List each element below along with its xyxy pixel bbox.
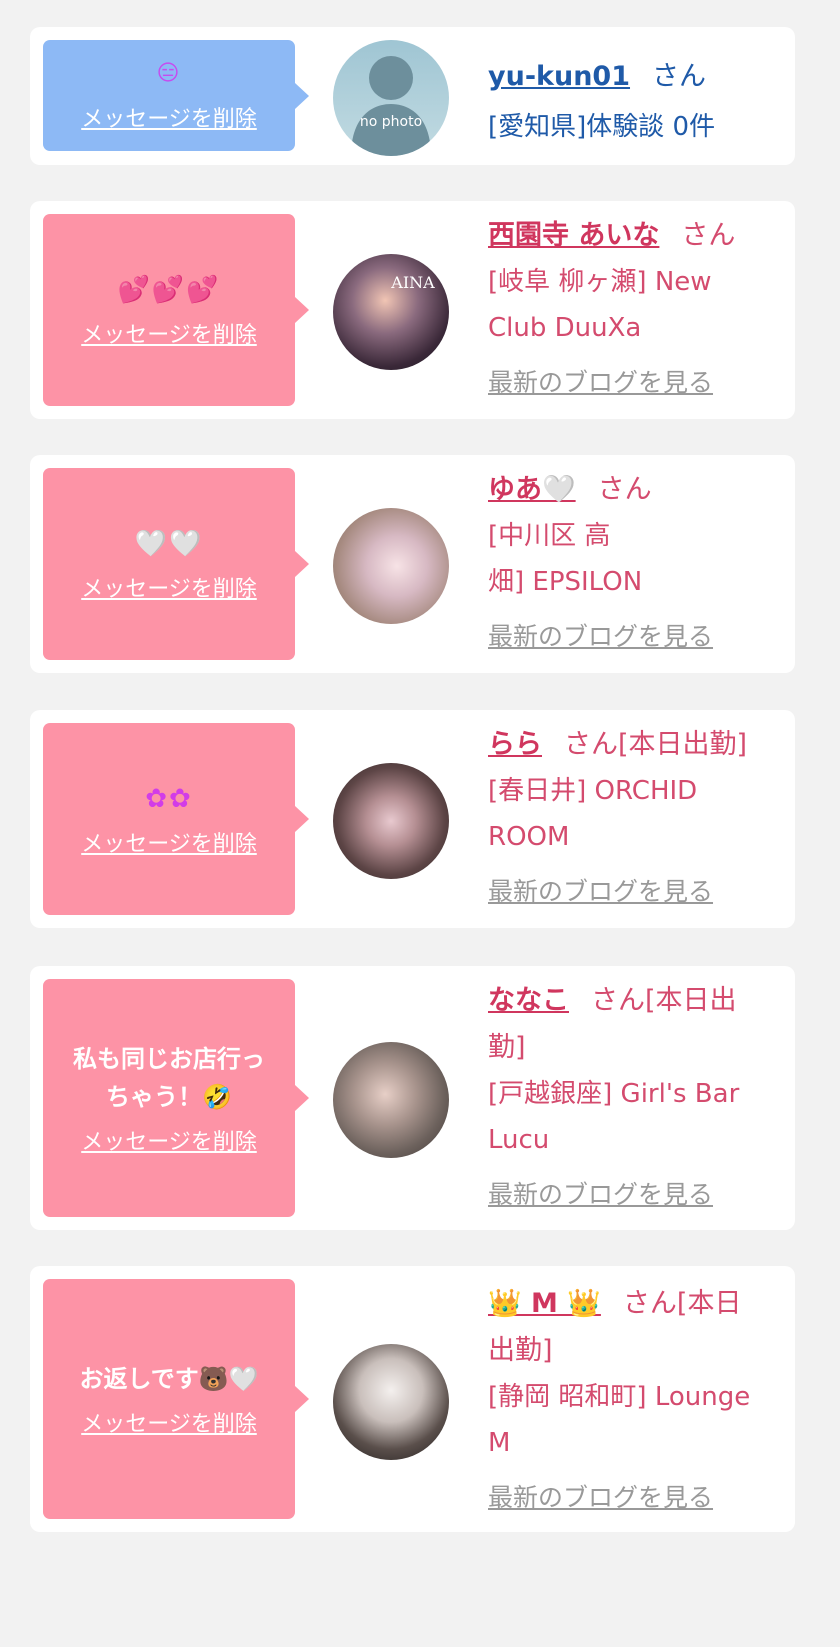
name-line: らら さん[本日出勤]: [488, 721, 788, 768]
shop-info: [岐阜 柳ヶ瀬] New Club DuuXa: [488, 259, 788, 351]
profile-info: らら さん[本日出勤] [春日井] ORCHID ROOM 最新のブログを見る: [488, 721, 788, 910]
profile-card: 💕💕💕 メッセージを削除 AINA 西園寺 あいな さん [岐阜 柳ヶ瀬] New…: [30, 201, 795, 419]
shop-info: [戸越銀座] Girl's Bar Lucu: [488, 1071, 788, 1163]
no-photo-label: no photo: [360, 114, 422, 130]
shop-line: [静岡 昭和町] Lounge: [488, 1382, 751, 1412]
username-link[interactable]: ななこ: [488, 985, 569, 1016]
profile-info: ななこ さん[本日出勤] [戸越銀座] Girl's Bar Lucu 最新のブロ…: [488, 977, 788, 1213]
name-line: 西園寺 あいな さん: [488, 212, 788, 259]
shop-info: [中川区 高 畑] EPSILON: [488, 513, 788, 605]
name-line: ななこ さん[本日出勤]: [488, 977, 758, 1071]
message-text: 💕💕💕: [117, 275, 221, 305]
no-photo-silhouette-icon: no photo: [351, 56, 431, 156]
honorific: さん: [597, 474, 652, 505]
shop-info: [愛知県]体験談 0件: [488, 104, 788, 150]
message-bubble: お返しです🐻🤍 メッセージを削除: [43, 1279, 309, 1519]
avatar[interactable]: [333, 763, 449, 879]
avatar[interactable]: AINA: [333, 254, 449, 370]
latest-blog-link[interactable]: 最新のブログを見る: [488, 1177, 788, 1213]
name-line: 👑 M 👑 さん[本日出勤]: [488, 1280, 758, 1374]
username-link[interactable]: yu-kun01: [488, 61, 630, 92]
shop-line: [岐阜 柳ヶ瀬] New: [488, 267, 712, 297]
profile-card: お返しです🐻🤍 メッセージを削除 👑 M 👑 さん[本日出勤] [静岡 昭和町] …: [30, 1266, 795, 1532]
profile-info: yu-kun01 さん [愛知県]体験談 0件: [488, 53, 788, 150]
message-bubble: 🤍🤍 メッセージを削除: [43, 468, 309, 660]
latest-blog-link[interactable]: 最新のブログを見る: [488, 874, 788, 910]
message-bubble: 😑 メッセージを削除: [43, 40, 309, 151]
profile-info: 👑 M 👑 さん[本日出勤] [静岡 昭和町] Lounge M 最新のブログを見…: [488, 1280, 788, 1516]
avatar[interactable]: [333, 508, 449, 624]
shop-info: [静岡 昭和町] Lounge M: [488, 1374, 788, 1466]
honorific: さん: [681, 220, 736, 251]
svg-text:AINA: AINA: [390, 273, 435, 292]
username-link[interactable]: ゆあ🤍: [488, 474, 576, 505]
profile-info: ゆあ🤍 さん [中川区 高 畑] EPSILON 最新のブログを見る: [488, 466, 788, 655]
delete-message-link[interactable]: メッセージを削除: [81, 1406, 257, 1438]
username-link[interactable]: らら: [488, 729, 542, 760]
shop-line: [戸越銀座] Girl's Bar: [488, 1079, 740, 1109]
profile-card: ✿✿ メッセージを削除 らら さん[本日出勤] [春日井] ORCHID ROOM…: [30, 710, 795, 928]
message-text: 😑: [156, 60, 182, 86]
delete-message-link[interactable]: メッセージを削除: [81, 317, 257, 349]
profile-info: 西園寺 あいな さん [岐阜 柳ヶ瀬] New Club DuuXa 最新のブログ…: [488, 212, 788, 401]
message-bubble: 私も同じお店行っちゃう！🤣 メッセージを削除: [43, 979, 309, 1217]
avatar[interactable]: no photo: [333, 40, 449, 156]
avatar[interactable]: [333, 1042, 449, 1158]
shop-info: [春日井] ORCHID ROOM: [488, 768, 788, 860]
latest-blog-link[interactable]: 最新のブログを見る: [488, 365, 788, 401]
shop-line: Club DuuXa: [488, 313, 642, 343]
message-text: お返しです🐻🤍: [79, 1365, 259, 1393]
shop-line: [春日井] ORCHID: [488, 776, 698, 806]
shop-line: [中川区 高: [488, 521, 611, 551]
username-link[interactable]: 西園寺 あいな: [488, 220, 659, 251]
message-text: 私も同じお店行っちゃう！🤣: [73, 1045, 265, 1111]
profile-card: 私も同じお店行っちゃう！🤣 メッセージを削除 ななこ さん[本日出勤] [戸越銀座…: [30, 966, 795, 1230]
message-bubble: ✿✿ メッセージを削除: [43, 723, 309, 915]
delete-message-link[interactable]: メッセージを削除: [81, 826, 257, 858]
honorific: さん: [652, 61, 707, 92]
latest-blog-link[interactable]: 最新のブログを見る: [488, 1480, 788, 1516]
shop-line: 畑] EPSILON: [488, 567, 643, 597]
name-line: ゆあ🤍 さん: [488, 466, 788, 513]
delete-message-link[interactable]: メッセージを削除: [81, 101, 257, 133]
latest-blog-link[interactable]: 最新のブログを見る: [488, 619, 788, 655]
message-text: 🤍🤍: [134, 529, 204, 559]
honorific: さん[本日出勤]: [564, 729, 748, 760]
shop-line: M: [488, 1428, 511, 1458]
shop-line: ROOM: [488, 822, 570, 852]
message-text: ✿✿: [145, 784, 193, 814]
shop-line: [愛知県]体験談 0件: [488, 112, 716, 142]
avatar[interactable]: [333, 1344, 449, 1460]
message-bubble: 💕💕💕 メッセージを削除: [43, 214, 309, 406]
name-line: yu-kun01 さん: [488, 53, 788, 100]
profile-card: 🤍🤍 メッセージを削除 ゆあ🤍 さん [中川区 高 畑] EPSILON 最新のブ…: [30, 455, 795, 673]
delete-message-link[interactable]: メッセージを削除: [81, 1124, 257, 1156]
avatar-image: AINA: [390, 273, 435, 292]
delete-message-link[interactable]: メッセージを削除: [81, 571, 257, 603]
username-link[interactable]: 👑 M 👑: [488, 1288, 601, 1319]
profile-card: 😑 メッセージを削除 no photo yu-kun01 さん [愛知県]体験談 …: [30, 27, 795, 165]
shop-line: Lucu: [488, 1125, 550, 1155]
